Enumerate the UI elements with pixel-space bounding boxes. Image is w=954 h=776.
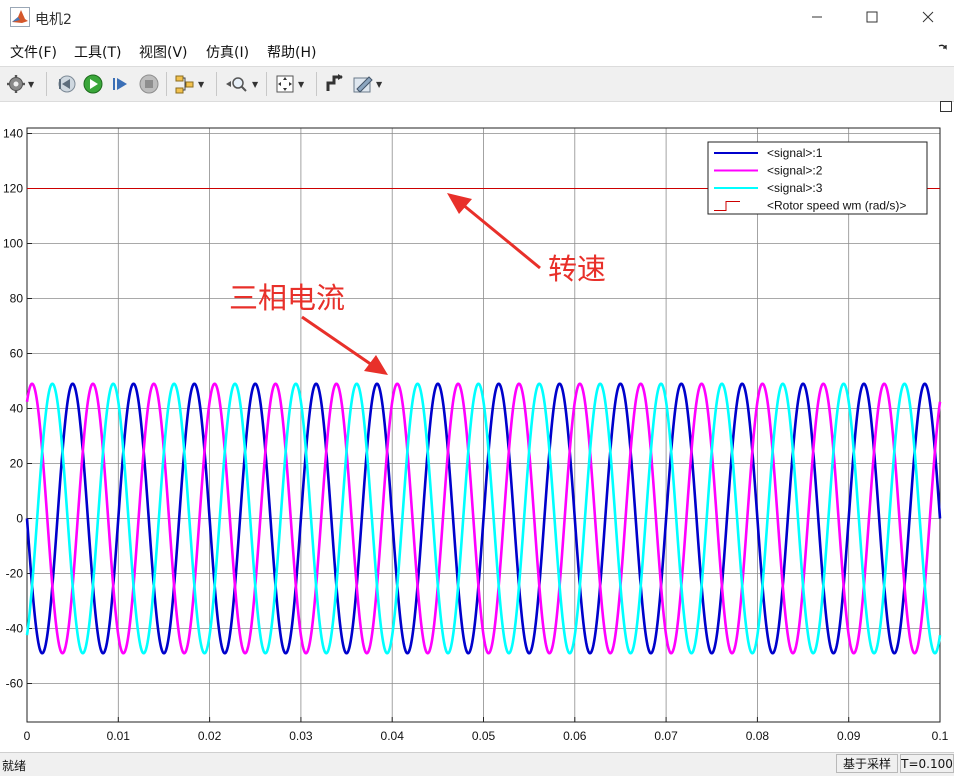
legend-label: <signal>:1 (767, 146, 823, 160)
legend: <signal>:1 <signal>:2 <signal>:3 <Rotor spe… (707, 141, 928, 215)
x-tick-label: 0 (24, 729, 31, 743)
x-tick-label: 0.04 (381, 729, 405, 743)
x-tick-label: 0.07 (654, 729, 678, 743)
y-tick-label: 120 (3, 182, 23, 196)
legend-label: <Rotor speed wm (rad/s)> (767, 199, 906, 213)
x-tick-label: 0.08 (746, 729, 770, 743)
status-text: 就绪 (2, 759, 27, 773)
current-arrow-shaft (301, 315, 373, 367)
y-tick-label: 40 (10, 402, 24, 416)
y-tick-label: 80 (10, 292, 24, 306)
x-tick-label: 0.05 (472, 729, 496, 743)
x-tick-label: 0.06 (563, 729, 587, 743)
y-tick-label: -40 (6, 622, 24, 636)
legend-label: <signal>:3 (767, 181, 823, 195)
legend-label: <signal>:2 (767, 164, 823, 178)
x-tick-label: 0.02 (198, 729, 222, 743)
y-tick-label: 100 (3, 237, 23, 251)
y-tick-label: 60 (10, 347, 24, 361)
x-tick-label: 0.01 (107, 729, 131, 743)
annotation-current-label: 三相电流 (229, 281, 346, 315)
scope-chart: 0 0.01 0.02 0.03 0.04 0.05 0.06 0.07 0.08 0.09 0.1… (3, 127, 949, 744)
annotation-speed-label: 转速 (548, 252, 607, 286)
sim-time-indicator: T=0.100 (900, 754, 954, 773)
y-tick-label: 0 (16, 512, 23, 526)
sample-mode-indicator: 基于采样 (836, 754, 898, 773)
x-tick-label: 0.09 (837, 729, 861, 743)
x-tick-label: 0.03 (289, 729, 313, 743)
y-tick-label: -20 (6, 567, 24, 581)
x-tick-label: 0.1 (932, 729, 949, 743)
speed-arrow-shaft (461, 202, 541, 270)
y-tick-label: 140 (3, 127, 23, 141)
y-tick-label: -60 (6, 677, 24, 691)
status-bar: 就绪 基于采样 T=0.100 (0, 752, 954, 776)
current-arrow-head (364, 355, 388, 375)
y-tick-label: 20 (10, 457, 24, 471)
